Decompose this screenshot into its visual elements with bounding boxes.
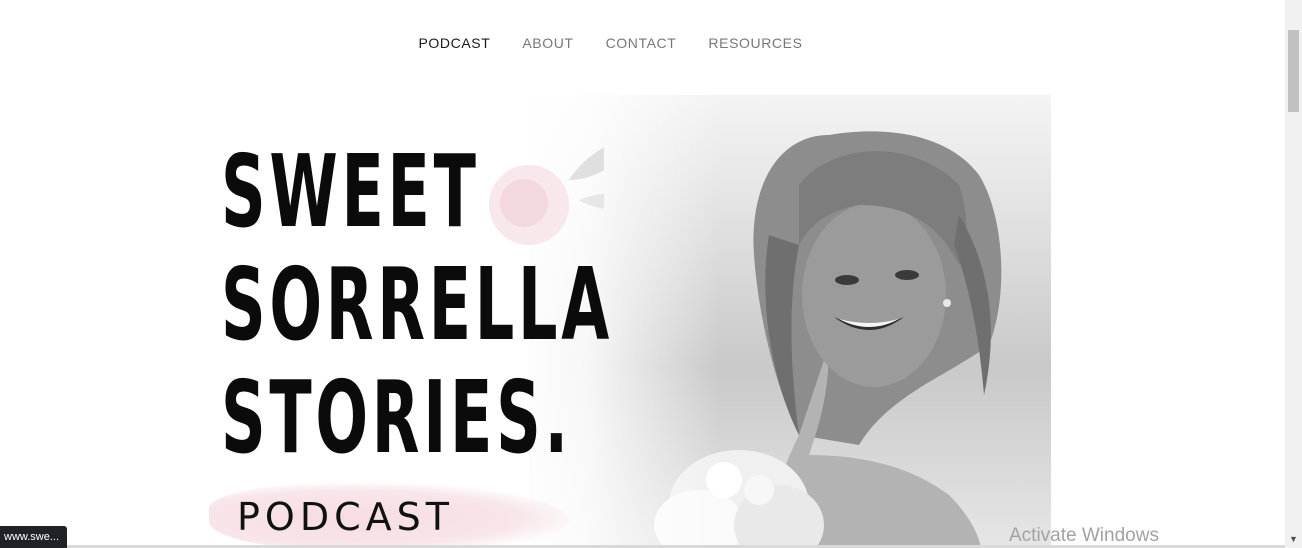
nav-item-podcast[interactable]: PODCAST [418, 35, 490, 51]
vertical-scrollbar[interactable]: ▼ [1285, 0, 1302, 548]
hero-title-line-1: SWEET [221, 133, 480, 250]
activate-windows-watermark: Activate Windows [1009, 525, 1159, 546]
status-url-preview: www.swe... [0, 526, 68, 548]
scrollbar-thumb[interactable] [1288, 30, 1299, 112]
hero-title: SWEET SORRELLA STORIES. [221, 135, 613, 474]
nav-list: PODCAST ABOUT CONTACT RESOURCES [418, 35, 802, 53]
hero-title-line-3: STORIES. [221, 359, 572, 476]
nav-item-about[interactable]: ABOUT [522, 35, 573, 51]
scroll-down-arrow-icon[interactable]: ▼ [1285, 531, 1302, 548]
main-nav: PODCAST ABOUT CONTACT RESOURCES [0, 0, 1285, 88]
hero-subtitle: PODCAST [237, 495, 454, 539]
nav-item-resources[interactable]: RESOURCES [708, 35, 802, 51]
hero-title-line-2: SORRELLA [221, 246, 613, 363]
nav-item-contact[interactable]: CONTACT [606, 35, 677, 51]
hero-banner: SWEET SORRELLA STORIES. PODCAST [199, 95, 1051, 548]
